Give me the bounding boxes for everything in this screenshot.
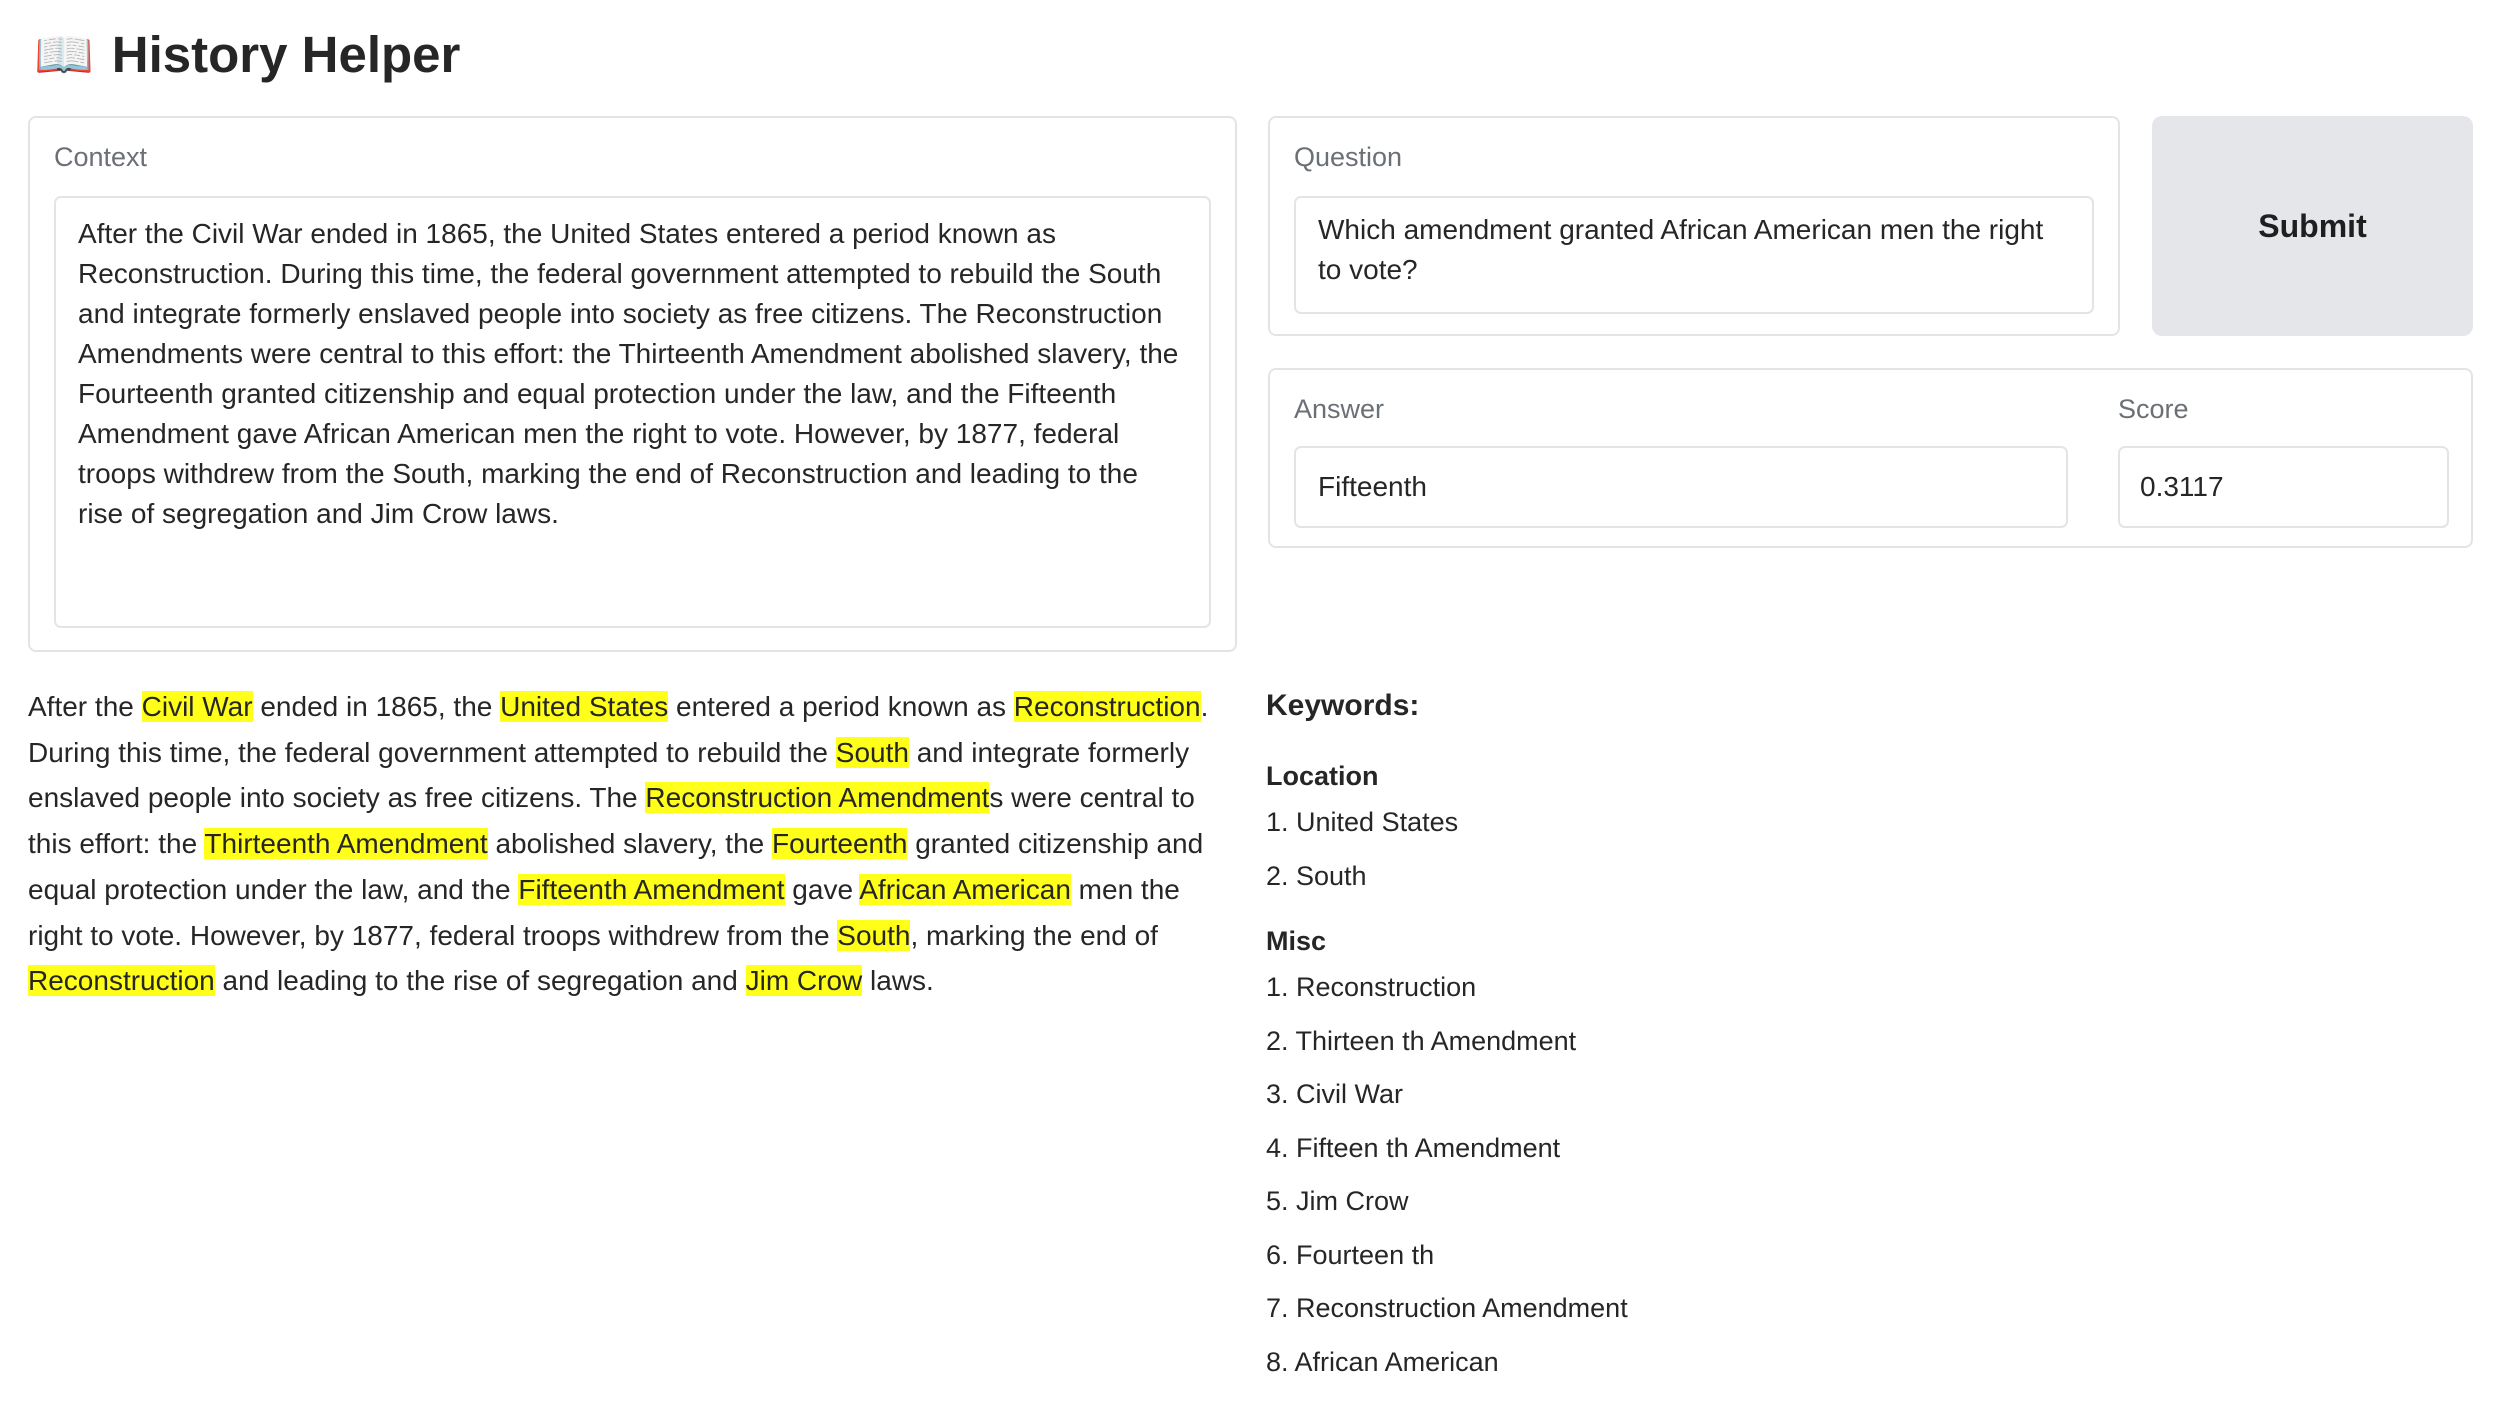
context-textarea[interactable]: After the Civil War ended in 1865, the U…	[54, 196, 1211, 628]
highlighted-keyword: Thirteenth Amendment	[204, 828, 488, 860]
highlighted-keyword: South	[835, 736, 909, 768]
highlighted-keyword: United States	[500, 691, 669, 722]
highlighted-keyword: Reconstruction	[1013, 691, 1201, 722]
keywords-misc-list: 1. Reconstruction 2. Thirteen th Amendme…	[1266, 961, 1966, 1389]
app-title: 📖 History Helper	[34, 18, 460, 90]
context-panel: Context After the Civil War ended in 186…	[28, 116, 1237, 652]
keyword-item: 2. Thirteen th Amendment	[1266, 1025, 1577, 1056]
highlighted-keyword: Fourteenth	[772, 828, 908, 860]
keywords-location-list: 1. United States 2. South	[1266, 796, 1966, 903]
passage-text: , marking the end of	[910, 919, 1158, 951]
highlighted-keyword: South	[837, 919, 911, 951]
answer-label: Answer	[1294, 394, 1385, 424]
highlighted-keyword: Jim Crow	[745, 965, 863, 997]
keyword-item: 3. Civil War	[1266, 1079, 1404, 1109]
submit-button[interactable]: Submit	[2152, 116, 2473, 336]
passage-text: entered a period known as	[668, 691, 1014, 722]
keywords-location-heading: Location	[1266, 761, 1379, 791]
keyword-item: 5. Jim Crow	[1266, 1186, 1409, 1216]
passage-text: and leading to the rise of segregation a…	[214, 965, 746, 997]
app-title-text: History Helper	[111, 25, 461, 83]
answer-panel: Answer Score Fifteenth 0.3117	[1268, 368, 2473, 548]
question-textarea[interactable]: Which amendment granted African American…	[1294, 196, 2094, 314]
score-label: Score	[2118, 394, 2189, 424]
keyword-item: 1. United States	[1266, 807, 1459, 837]
passage-text: After the	[28, 691, 142, 722]
highlighted-keyword: Civil War	[141, 691, 253, 722]
open-book-icon: 📖	[34, 28, 94, 82]
highlighted-keyword: Reconstruction	[28, 965, 215, 997]
highlighted-keyword: Fifteenth Amendment	[518, 873, 785, 905]
answer-field[interactable]: Fifteenth	[1294, 446, 2068, 528]
highlighted-keyword: Reconstruction Amendment	[645, 782, 990, 814]
keyword-item: 4. Fifteen th Amendment	[1266, 1132, 1561, 1163]
keyword-item: 7. Reconstruction Amendment	[1266, 1293, 1628, 1323]
keyword-item: 6. Fourteen th	[1266, 1239, 1435, 1270]
highlighted-keyword: African American	[859, 873, 1071, 905]
question-label: Question	[1294, 142, 1403, 172]
keyword-item: 8. African American	[1266, 1346, 1499, 1377]
keywords-misc-heading: Misc	[1266, 926, 1327, 956]
score-field[interactable]: 0.3117	[2118, 446, 2449, 528]
context-label: Context	[54, 142, 148, 172]
passage-text: ended in 1865, the	[252, 691, 501, 722]
keyword-item: 1. Reconstruction	[1266, 972, 1477, 1002]
keywords-section: Keywords: Location 1. United States 2. S…	[1266, 684, 1966, 1389]
passage-text: laws.	[862, 965, 934, 997]
keyword-item: 2. South	[1266, 860, 1367, 891]
question-panel: Question Which amendment granted African…	[1268, 116, 2120, 336]
highlighted-passage: After the Civil War ended in 1865, the U…	[28, 684, 1240, 1004]
keywords-title: Keywords:	[1266, 689, 1420, 722]
passage-text: gave	[784, 873, 860, 905]
passage-text: abolished slavery, the	[487, 828, 773, 860]
